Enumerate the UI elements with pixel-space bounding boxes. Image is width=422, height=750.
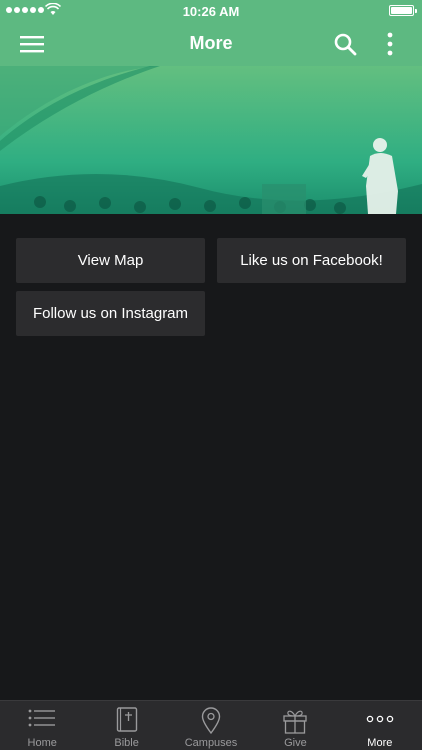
location-pin-icon xyxy=(201,707,221,735)
content-area: View Map Like us on Facebook! Follow us … xyxy=(0,214,422,700)
tab-label-give: Give xyxy=(284,737,307,749)
gift-icon xyxy=(283,710,308,734)
more-vertical-icon[interactable] xyxy=(380,31,400,57)
status-bar: 10:26 AM xyxy=(0,0,422,22)
facebook-button[interactable]: Like us on Facebook! xyxy=(217,238,406,283)
search-icon[interactable] xyxy=(333,32,357,56)
view-map-button[interactable]: View Map xyxy=(16,238,205,283)
tab-label-bible: Bible xyxy=(114,737,139,749)
tab-campuses[interactable]: Campuses xyxy=(169,701,253,750)
speaker-figure xyxy=(362,138,398,214)
tab-label-home: Home xyxy=(27,737,57,749)
nav-bar: More xyxy=(0,22,422,66)
tab-more[interactable]: More xyxy=(338,701,422,750)
top-bar: 10:26 AM More xyxy=(0,0,422,66)
battery-icon xyxy=(389,5,417,16)
hero-banner-image xyxy=(0,66,422,214)
tab-label-campuses: Campuses xyxy=(184,737,238,749)
instagram-button[interactable]: Follow us on Instagram xyxy=(16,291,205,336)
tab-give[interactable]: Give xyxy=(253,701,337,750)
tab-bar: Home Bible Campuses Give More xyxy=(0,700,422,750)
list-icon xyxy=(28,709,56,727)
status-time: 10:26 AM xyxy=(182,4,240,19)
tab-label-more: More xyxy=(367,737,393,749)
bible-icon xyxy=(116,707,137,732)
tab-home[interactable]: Home xyxy=(0,701,84,750)
page-title: More xyxy=(189,33,233,53)
tab-bible[interactable]: Bible xyxy=(84,701,168,750)
more-dots-icon xyxy=(366,715,394,723)
